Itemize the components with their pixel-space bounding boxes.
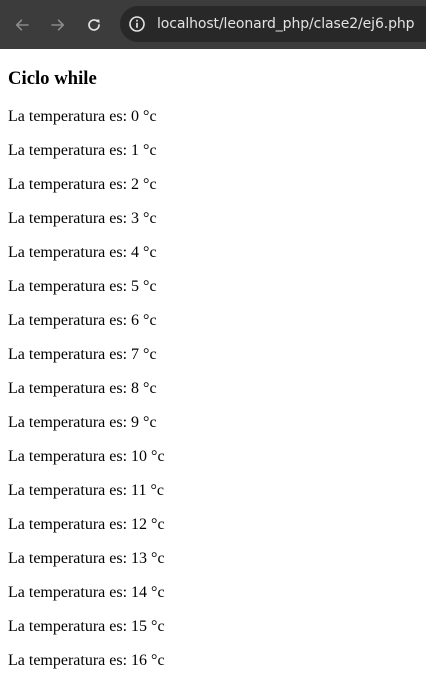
back-arrow-icon — [14, 17, 30, 33]
temperature-line: La temperatura es: 12 °c — [8, 516, 165, 533]
temperature-line: La temperatura es: 9 °c — [8, 414, 157, 431]
temperature-line: La temperatura es: 16 °c — [8, 652, 165, 669]
temperature-line: La temperatura es: 15 °c — [8, 618, 165, 635]
temperature-line: La temperatura es: 6 °c — [8, 312, 157, 329]
reload-button[interactable] — [81, 12, 107, 38]
page-content: Ciclo while La temperatura es: 0 °c La t… — [0, 49, 426, 690]
temperature-line: La temperatura es: 14 °c — [8, 584, 165, 601]
temperature-line: La temperatura es: 0 °c — [8, 108, 157, 125]
browser-toolbar: localhost/leonard_php/clase2/ej6.php — [0, 0, 426, 49]
temperature-list: La temperatura es: 0 °c La temperatura e… — [8, 107, 165, 685]
address-bar[interactable]: localhost/leonard_php/clase2/ej6.php — [120, 6, 426, 42]
temperature-line: La temperatura es: 4 °c — [8, 244, 157, 261]
temperature-line: La temperatura es: 10 °c — [8, 448, 165, 465]
reload-icon — [86, 17, 102, 33]
temperature-line: La temperatura es: 7 °c — [8, 346, 157, 363]
temperature-line: La temperatura es: 5 °c — [8, 278, 157, 295]
temperature-line: La temperatura es: 13 °c — [8, 550, 165, 567]
temperature-line: La temperatura es: 1 °c — [8, 142, 157, 159]
page-heading: Ciclo while — [8, 68, 97, 89]
temperature-line: La temperatura es: 3 °c — [8, 210, 157, 227]
back-button[interactable] — [9, 12, 35, 38]
forward-button[interactable] — [45, 12, 71, 38]
temperature-line: La temperatura es: 11 °c — [8, 482, 164, 499]
temperature-line: La temperatura es: 2 °c — [8, 176, 157, 193]
temperature-line: La temperatura es: 8 °c — [8, 380, 157, 397]
forward-arrow-icon — [50, 17, 66, 33]
site-info-icon[interactable] — [128, 15, 146, 33]
url-text[interactable]: localhost/leonard_php/clase2/ej6.php — [157, 6, 415, 42]
